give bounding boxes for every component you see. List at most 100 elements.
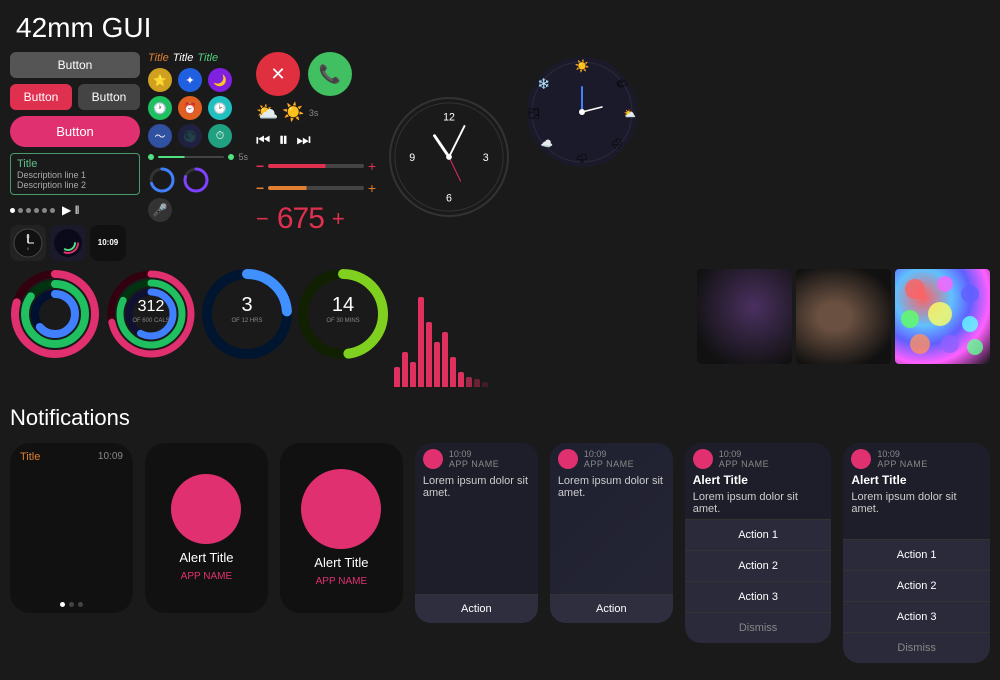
- slider-plus-2[interactable]: +: [368, 180, 376, 196]
- card1-title: Title: [20, 451, 40, 463]
- card7-app: APP NAME: [877, 459, 982, 469]
- icon-purple[interactable]: 🌙: [208, 68, 232, 92]
- card2-body: Alert Title APP NAME: [145, 443, 268, 613]
- svg-text:☀️: ☀️: [575, 58, 590, 73]
- card6-action1-button[interactable]: Action 1: [685, 519, 832, 550]
- notification-card-4: 10:09 APP NAME Lorem ipsum dolor sit ame…: [415, 443, 538, 623]
- dots-row: ▶ ‖: [10, 201, 140, 219]
- icon-yellow[interactable]: ⭐: [148, 68, 172, 92]
- icon-blue[interactable]: ✦: [178, 68, 202, 92]
- buttons-column: Button Button Button Button Title Descri…: [10, 52, 140, 261]
- card6-app: APP NAME: [719, 459, 824, 469]
- notification-card-7: 10:09 APP NAME Alert Title Lorem ipsum d…: [843, 443, 990, 663]
- card1-body: [10, 467, 133, 596]
- dot-2: [18, 208, 23, 213]
- card6-actions: Action 1 Action 2 Action 3 Dismiss: [685, 519, 832, 643]
- fast-forward-icon[interactable]: ⏭: [296, 132, 310, 150]
- bar-6: [434, 342, 440, 387]
- card2-circle: [171, 474, 241, 544]
- timeline-dot-end: [228, 154, 234, 160]
- slider-plus-1[interactable]: +: [368, 158, 376, 174]
- ring-cals: 312 OF 600 CALS: [106, 269, 196, 359]
- card5-body: Lorem ipsum dolor sit amet.: [550, 471, 673, 594]
- icon-moon[interactable]: 🌑: [178, 124, 202, 148]
- dot-inactive-1: [69, 602, 74, 607]
- card7-action3-button[interactable]: Action 3: [843, 601, 990, 632]
- svg-text:⛅: ⛅: [624, 108, 636, 120]
- blur-image-2: [796, 269, 891, 364]
- weather-wheel: ☀️ 🌤 ⛅ 🌧 🌩 ☁️ 🌫 ❄️: [522, 52, 642, 172]
- phone-answer-button[interactable]: 📞: [308, 52, 352, 96]
- notifications-section: Notifications Title 10:09 Alert Title AP…: [0, 389, 1000, 671]
- card6-body: Lorem ipsum dolor sit amet.: [685, 487, 832, 519]
- card7-dismiss-button[interactable]: Dismiss: [843, 632, 990, 663]
- button-4[interactable]: Button: [10, 116, 140, 147]
- page-title: 42mm GUI: [0, 0, 1000, 52]
- card6-time: 10:09: [719, 449, 824, 459]
- icon-orange[interactable]: ⏰: [178, 96, 202, 120]
- slider-track-2[interactable]: [268, 186, 364, 190]
- card7-header: 10:09 APP NAME: [843, 443, 990, 471]
- card7-action2-button[interactable]: Action 2: [843, 570, 990, 601]
- icons-column: Title Title Title ⭐ ✦ 🌙 🕐 ⏰ 🕑 〜 🌑 ⏱ 5s: [148, 52, 248, 261]
- slider-track-1[interactable]: [268, 164, 364, 168]
- card2-app: APP NAME: [181, 571, 233, 582]
- dot-6: [50, 208, 55, 213]
- card7-right-info: 10:09 APP NAME: [877, 449, 982, 469]
- triple-ring: [10, 269, 100, 359]
- icon-green[interactable]: 🕐: [148, 96, 172, 120]
- button-1[interactable]: Button: [10, 52, 140, 78]
- icon-teal[interactable]: ⏱: [208, 124, 232, 148]
- title-label-1: Title: [148, 52, 169, 64]
- number-plus[interactable]: +: [332, 206, 345, 232]
- timeline-line: [158, 156, 224, 158]
- blur-image-1: [697, 269, 792, 364]
- card6-action2-button[interactable]: Action 2: [685, 550, 832, 581]
- clock-face: 12 3 6 9: [389, 97, 509, 217]
- dot-active: [60, 602, 65, 607]
- card4-action-button[interactable]: Action: [415, 594, 538, 623]
- timeline-dot-start: [148, 154, 154, 160]
- watch-face-3[interactable]: 10:09: [90, 225, 126, 261]
- rewind-icon[interactable]: ⏮: [256, 132, 270, 150]
- number-minus[interactable]: −: [256, 206, 269, 232]
- title-label-2: Title: [173, 52, 194, 64]
- icon-cyan[interactable]: 🕑: [208, 96, 232, 120]
- phone-end-button[interactable]: ✕: [256, 52, 300, 96]
- svg-text:3: 3: [241, 294, 252, 316]
- phone-buttons: ✕ 📞: [256, 52, 376, 96]
- slider-minus-2[interactable]: −: [256, 180, 264, 196]
- sliders: − + − +: [256, 158, 376, 196]
- dot-5: [42, 208, 47, 213]
- notification-card-5: 10:09 APP NAME Lorem ipsum dolor sit ame…: [550, 443, 673, 623]
- card4-right-info: 10:09 APP NAME: [449, 449, 530, 469]
- icon-wave[interactable]: 〜: [148, 124, 172, 148]
- number-value: 675: [277, 202, 324, 236]
- media-controls: ⏮ ⏸ ⏭: [256, 129, 376, 152]
- pause-icon[interactable]: ⏸: [278, 129, 288, 152]
- notification-card-6: 10:09 APP NAME Alert Title Lorem ipsum d…: [685, 443, 832, 643]
- title-row: Title Title Title: [148, 52, 248, 64]
- svg-text:6: 6: [446, 192, 452, 204]
- icon-row-3: 〜 🌑 ⏱: [148, 124, 248, 148]
- bar-chart: [394, 269, 488, 389]
- card5-action-button[interactable]: Action: [550, 594, 673, 623]
- slider-minus-1[interactable]: −: [256, 158, 264, 174]
- card4-time: 10:09: [449, 449, 530, 459]
- watch-face-1[interactable]: 12 6: [10, 225, 46, 261]
- svg-text:12: 12: [443, 111, 455, 123]
- watch-face-2[interactable]: [50, 225, 86, 261]
- button-2[interactable]: Button: [10, 84, 72, 110]
- bar-1: [394, 367, 400, 387]
- card6-action3-button[interactable]: Action 3: [685, 581, 832, 612]
- microphone-icon[interactable]: 🎤: [148, 198, 172, 222]
- card7-action1-button[interactable]: Action 1: [843, 539, 990, 570]
- card5-app: APP NAME: [584, 459, 665, 469]
- title-label-3: Title: [197, 52, 218, 64]
- card6-dismiss-button[interactable]: Dismiss: [685, 612, 832, 643]
- card6-header: 10:09 APP NAME: [685, 443, 832, 471]
- clock-column: 12 3 6 9: [384, 52, 514, 261]
- card5-time: 10:09: [584, 449, 665, 459]
- button-3[interactable]: Button: [78, 84, 140, 110]
- bar-5: [426, 322, 432, 387]
